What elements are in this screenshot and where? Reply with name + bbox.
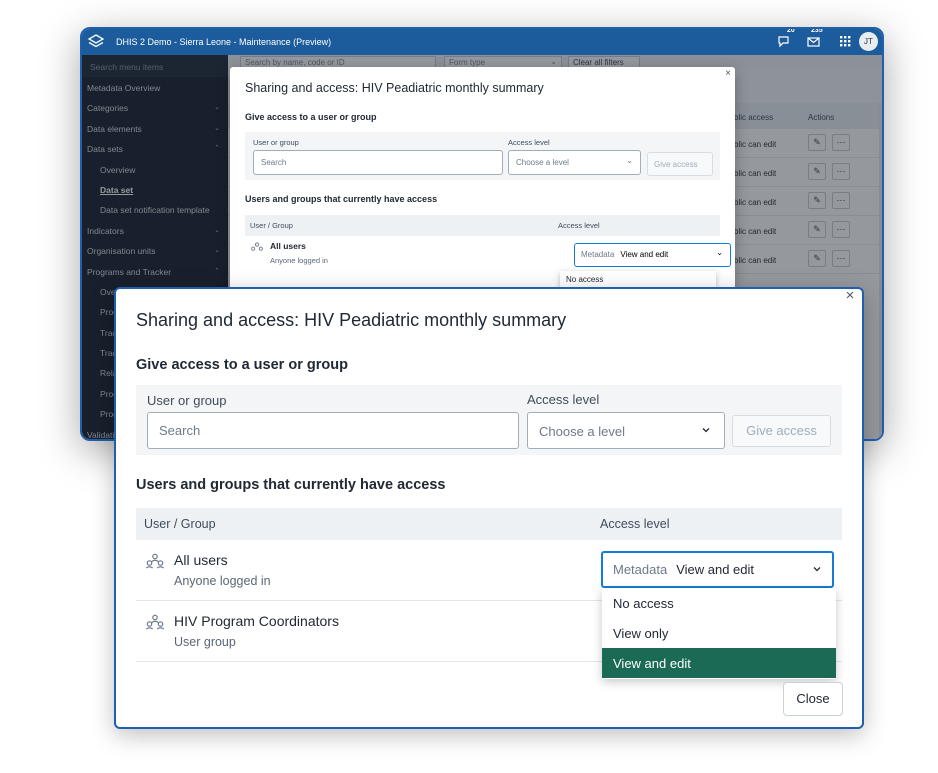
users-icon [145, 553, 165, 569]
close-button[interactable]: Close [783, 682, 843, 716]
dhis2-logo-icon [87, 34, 105, 48]
chevron-down-icon: ⌄ [716, 248, 723, 257]
messages-icon[interactable] [806, 33, 822, 49]
app-title: DHIS 2 Demo - Sierra Leone - Maintenance… [116, 37, 332, 47]
col-access-level: Access level [600, 517, 670, 531]
select-value: View and edit [676, 562, 755, 577]
chevron-down-icon [702, 428, 710, 433]
access-level-dropdown: No access View only View and edit [602, 588, 836, 679]
apps-grid-icon[interactable] [837, 33, 853, 49]
user-group-search-input[interactable] [147, 412, 519, 449]
small-row-name: All users [270, 241, 306, 251]
interpretations-badge: 20 [787, 27, 795, 34]
background-sharing-modal: × Sharing and access: HIV Peadiatric mon… [230, 67, 735, 289]
small-level-label: Access level [508, 138, 550, 147]
small-access-header: User / Group Access level [245, 215, 720, 236]
give-access-button[interactable]: Give access [732, 415, 831, 447]
access-level-label: Access level [527, 392, 600, 407]
close-icon[interactable]: × [842, 288, 858, 304]
app-header: DHIS 2 Demo - Sierra Leone - Maintenance… [82, 29, 882, 55]
messages-badge: 235 [811, 27, 823, 34]
small-current-access-title: Users and groups that currently have acc… [245, 194, 438, 204]
small-row-sub: Anyone logged in [270, 256, 328, 265]
sharing-access-modal: × Sharing and access: HIV Peadiatric mon… [114, 287, 864, 729]
users-icon [145, 614, 165, 630]
small-col-level: Access level [558, 221, 600, 230]
give-access-title: Give access to a user or group [136, 357, 348, 373]
small-give-access-panel: User or group Access level Search Choose… [245, 132, 720, 180]
current-access-title: Users and groups that currently have acc… [136, 477, 446, 493]
close-icon[interactable]: × [725, 68, 731, 79]
row-subtitle: Anyone logged in [174, 574, 271, 588]
small-access-level-select[interactable]: Metadata View and edit ⌄ [574, 243, 731, 267]
access-level-select[interactable]: Choose a level [527, 412, 725, 449]
modal-title: Sharing and access: HIV Peadiatric month… [136, 310, 567, 330]
row-subtitle: User group [174, 635, 236, 649]
small-search-input[interactable]: Search [253, 150, 503, 175]
row-access-level-select[interactable]: Metadata View and edit [601, 551, 834, 588]
select-prefix: Metadata [613, 562, 668, 577]
small-level-select[interactable]: Choose a level ⌄ [508, 150, 641, 175]
user-or-group-label: User or group [147, 393, 227, 408]
give-access-panel: User or group Access level Choose a leve… [136, 385, 842, 455]
small-access-row: All users Anyone logged in Metadata View … [245, 236, 731, 276]
option-no-access[interactable]: No access [602, 588, 836, 618]
col-user-group: User / Group [144, 517, 216, 531]
small-give-access-button[interactable]: Give access [647, 152, 713, 176]
chevron-down-icon: ⌄ [626, 156, 633, 165]
option-view-and-edit[interactable]: View and edit [602, 648, 836, 678]
small-col-user: User / Group [250, 221, 293, 230]
interpretations-icon[interactable] [777, 33, 793, 49]
user-avatar[interactable]: JT [859, 32, 878, 51]
row-name: All users [174, 552, 228, 568]
chevron-down-icon [813, 567, 821, 572]
small-modal-title: Sharing and access: HIV Peadiatric month… [245, 81, 544, 95]
small-user-label: User or group [253, 138, 299, 147]
row-name: HIV Program Coordinators [174, 613, 339, 629]
access-table-header: User / Group Access level [136, 508, 842, 540]
small-give-access-title: Give access to a user or group [245, 112, 377, 122]
option-view-only[interactable]: View only [602, 618, 836, 648]
users-icon [251, 242, 263, 251]
